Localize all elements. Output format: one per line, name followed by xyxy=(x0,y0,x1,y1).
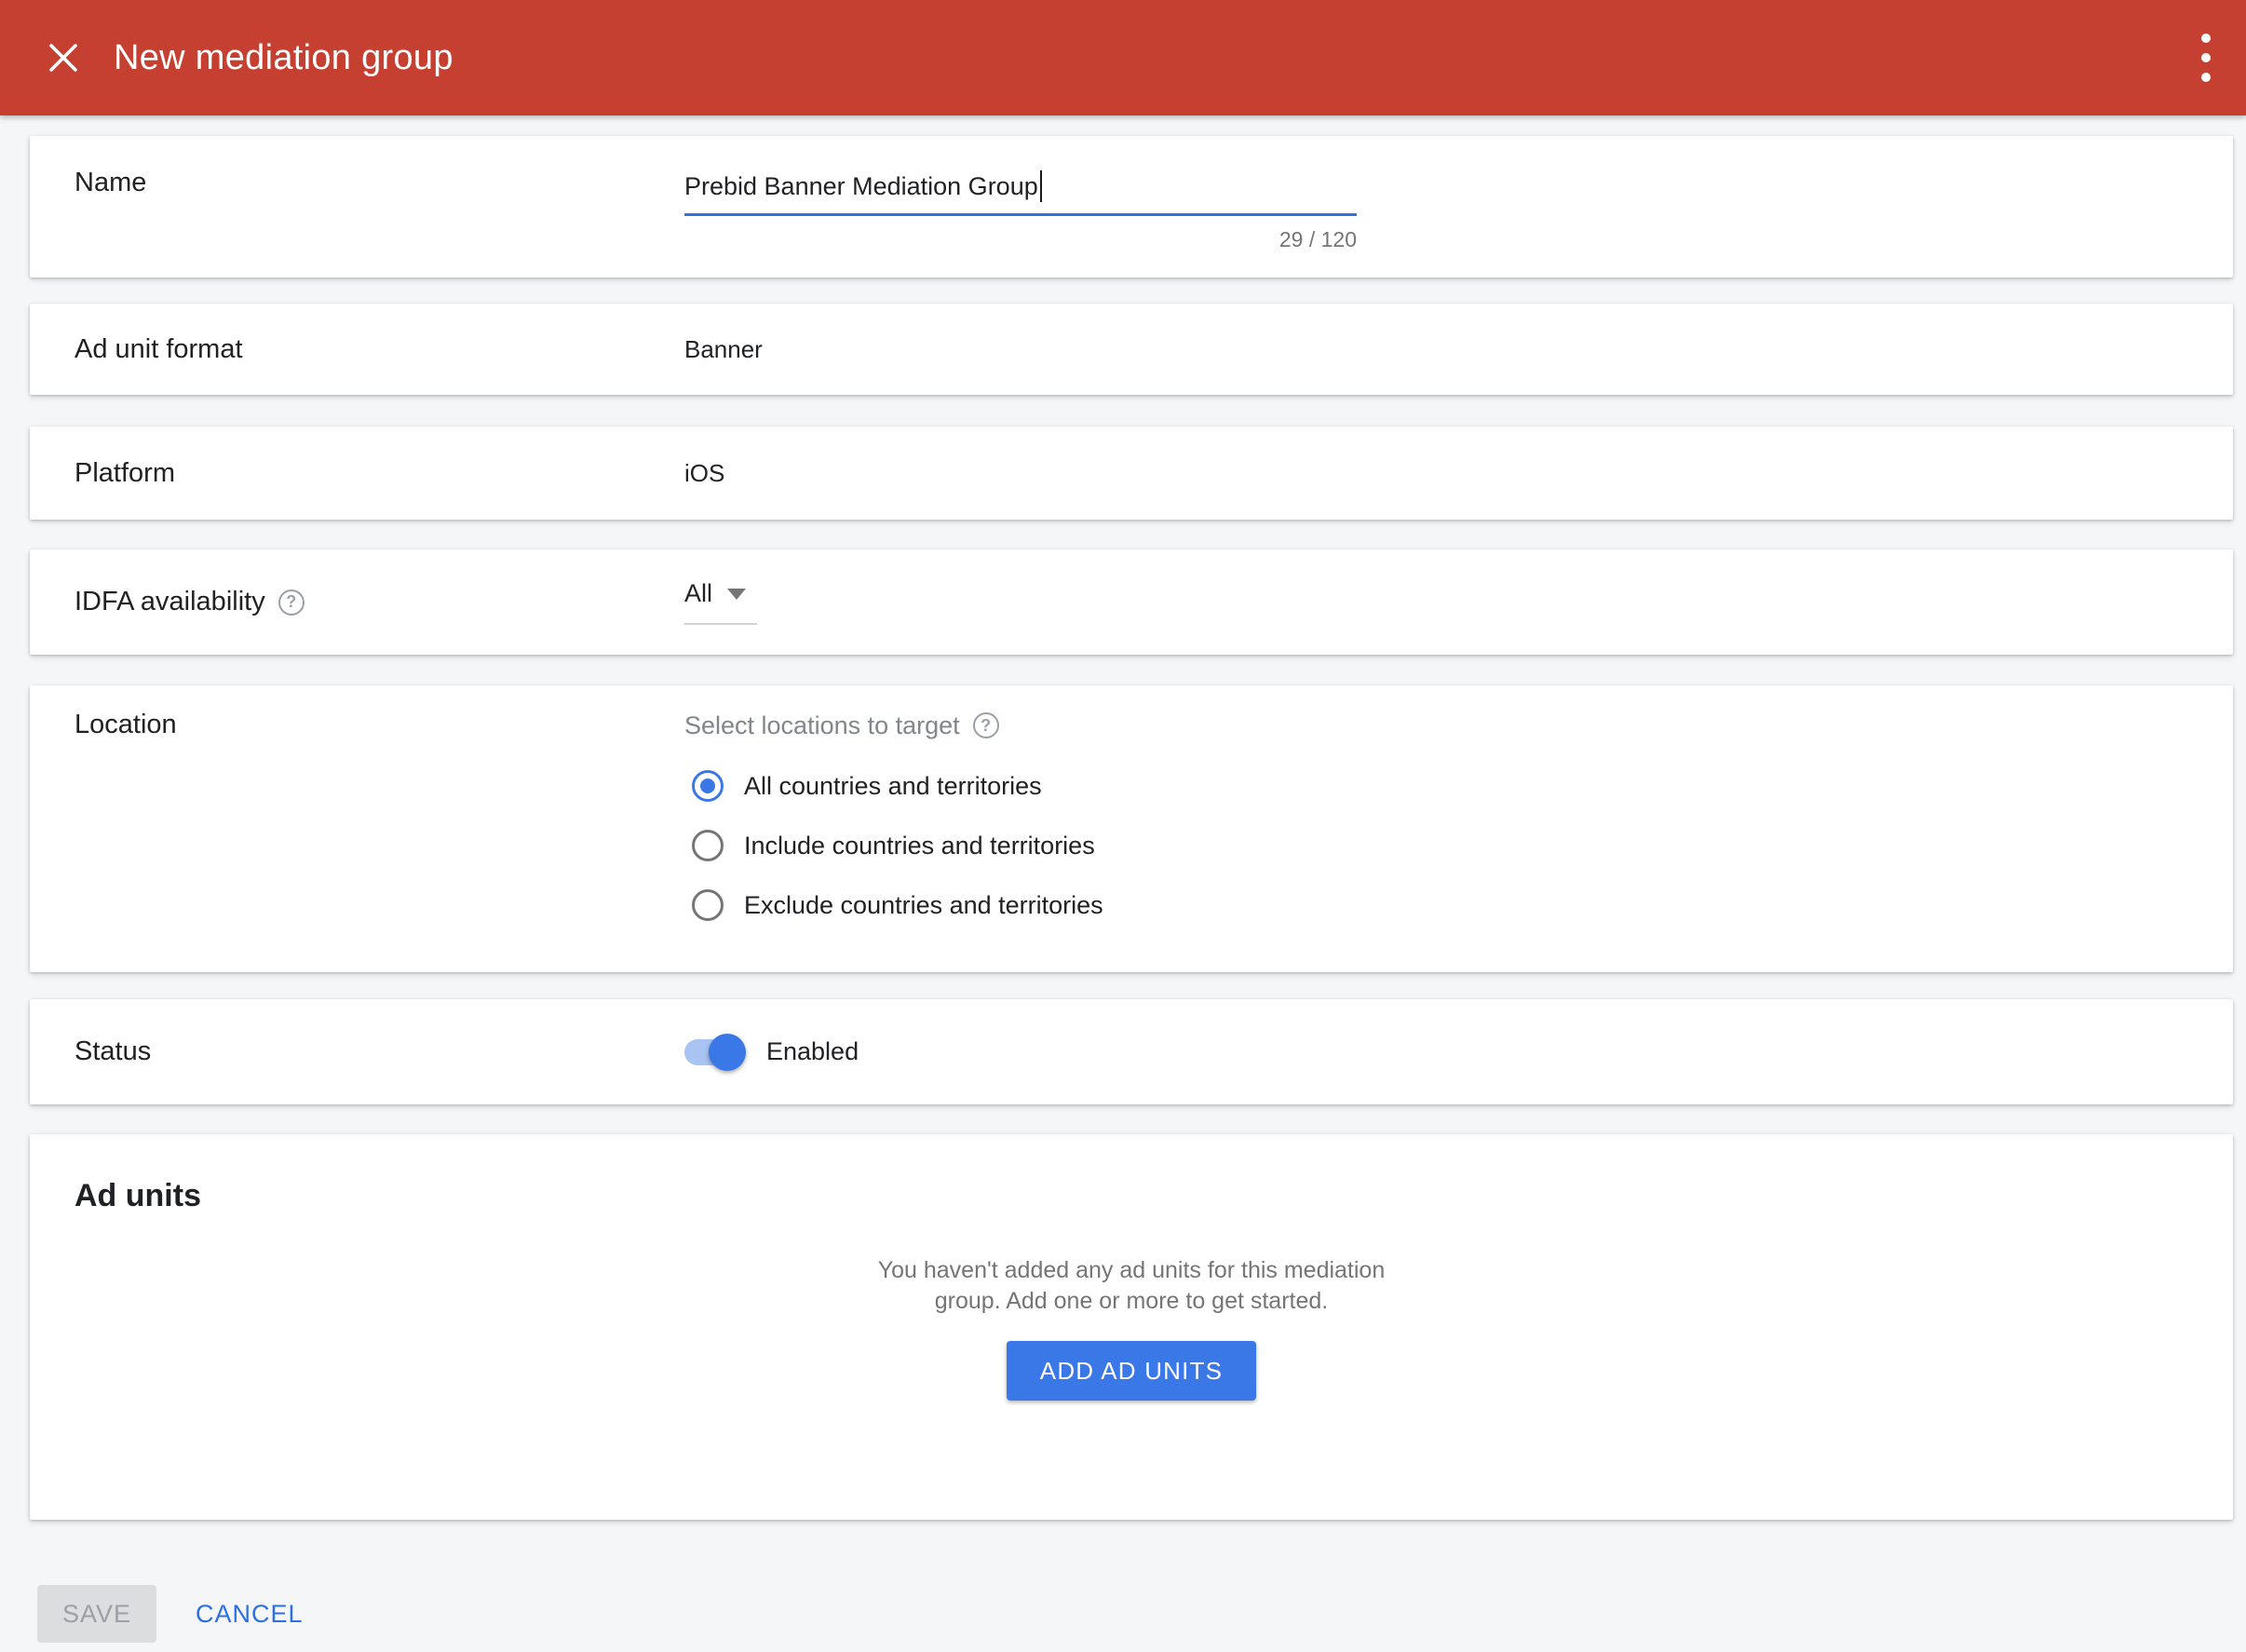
status-label: Status xyxy=(74,1036,684,1067)
radio-option-all-countries[interactable]: All countries and territories xyxy=(684,756,1103,816)
ad-unit-format-label: Ad unit format xyxy=(74,334,684,365)
save-button[interactable]: SAVE xyxy=(37,1585,156,1643)
radio-dot xyxy=(700,779,715,793)
ad-units-card: Ad units You haven't added any ad units … xyxy=(30,1134,2233,1520)
ad-unit-format-value: Banner xyxy=(684,335,763,364)
close-x-glyph xyxy=(47,41,80,74)
ad-units-title: Ad units xyxy=(74,1175,2188,1216)
location-heading: Select locations to target xyxy=(684,710,960,741)
empty-message-line2: group. Add one or more to get started. xyxy=(74,1286,2188,1317)
platform-label: Platform xyxy=(74,458,684,489)
radio-unselected-icon[interactable] xyxy=(692,889,724,921)
ad-units-empty-message: You haven't added any ad units for this … xyxy=(74,1255,2188,1317)
status-toggle[interactable] xyxy=(684,1039,746,1065)
idfa-dropdown[interactable]: All xyxy=(684,579,757,625)
location-help-icon[interactable]: ? xyxy=(973,712,999,738)
radio-option-label[interactable]: All countries and territories xyxy=(744,772,1042,801)
cancel-button[interactable]: CANCEL xyxy=(186,1585,313,1643)
radio-unselected-icon[interactable] xyxy=(692,830,724,861)
close-icon[interactable] xyxy=(41,35,86,80)
app-bar: New mediation group xyxy=(0,0,2246,115)
name-input-value: Prebid Banner Mediation Group xyxy=(684,168,1038,205)
idfa-help-icon[interactable]: ? xyxy=(278,589,304,616)
kebab-dot xyxy=(2201,53,2211,62)
character-counter: 29 / 120 xyxy=(684,227,1357,252)
kebab-dot xyxy=(2201,73,2211,82)
name-label: Name xyxy=(74,168,684,198)
ad-unit-format-card: Ad unit format Banner xyxy=(30,304,2233,395)
location-radio-group: All countries and territories Include co… xyxy=(684,756,1103,935)
overflow-menu-icon[interactable] xyxy=(2192,24,2220,91)
empty-message-line1: You haven't added any ad units for this … xyxy=(74,1255,2188,1286)
idfa-availability-card: IDFA availability ? All xyxy=(30,549,2233,655)
idfa-label: IDFA availability xyxy=(74,587,265,617)
radio-option-label[interactable]: Include countries and territories xyxy=(744,832,1095,860)
name-input[interactable]: Prebid Banner Mediation Group xyxy=(684,168,1357,205)
text-caret xyxy=(1040,170,1042,202)
page-title: New mediation group xyxy=(114,38,453,78)
name-card: Name Prebid Banner Mediation Group 29 / … xyxy=(30,136,2233,278)
platform-value: iOS xyxy=(684,459,724,488)
status-value: Enabled xyxy=(766,1037,859,1066)
radio-option-label[interactable]: Exclude countries and territories xyxy=(744,891,1103,920)
radio-option-include-countries[interactable]: Include countries and territories xyxy=(684,816,1103,875)
add-ad-units-button[interactable]: ADD AD UNITS xyxy=(1007,1341,1256,1401)
idfa-selected-value: All xyxy=(684,579,712,608)
input-focus-underline xyxy=(684,213,1357,216)
location-card: Location Select locations to target ? Al… xyxy=(30,685,2233,972)
radio-selected-icon[interactable] xyxy=(692,770,724,802)
kebab-dot xyxy=(2201,34,2211,43)
radio-option-exclude-countries[interactable]: Exclude countries and territories xyxy=(684,875,1103,935)
status-card: Status Enabled xyxy=(30,999,2233,1104)
location-label: Location xyxy=(74,710,684,740)
dropdown-arrow-icon xyxy=(727,589,746,600)
toggle-thumb xyxy=(709,1034,746,1071)
platform-card: Platform iOS xyxy=(30,427,2233,520)
